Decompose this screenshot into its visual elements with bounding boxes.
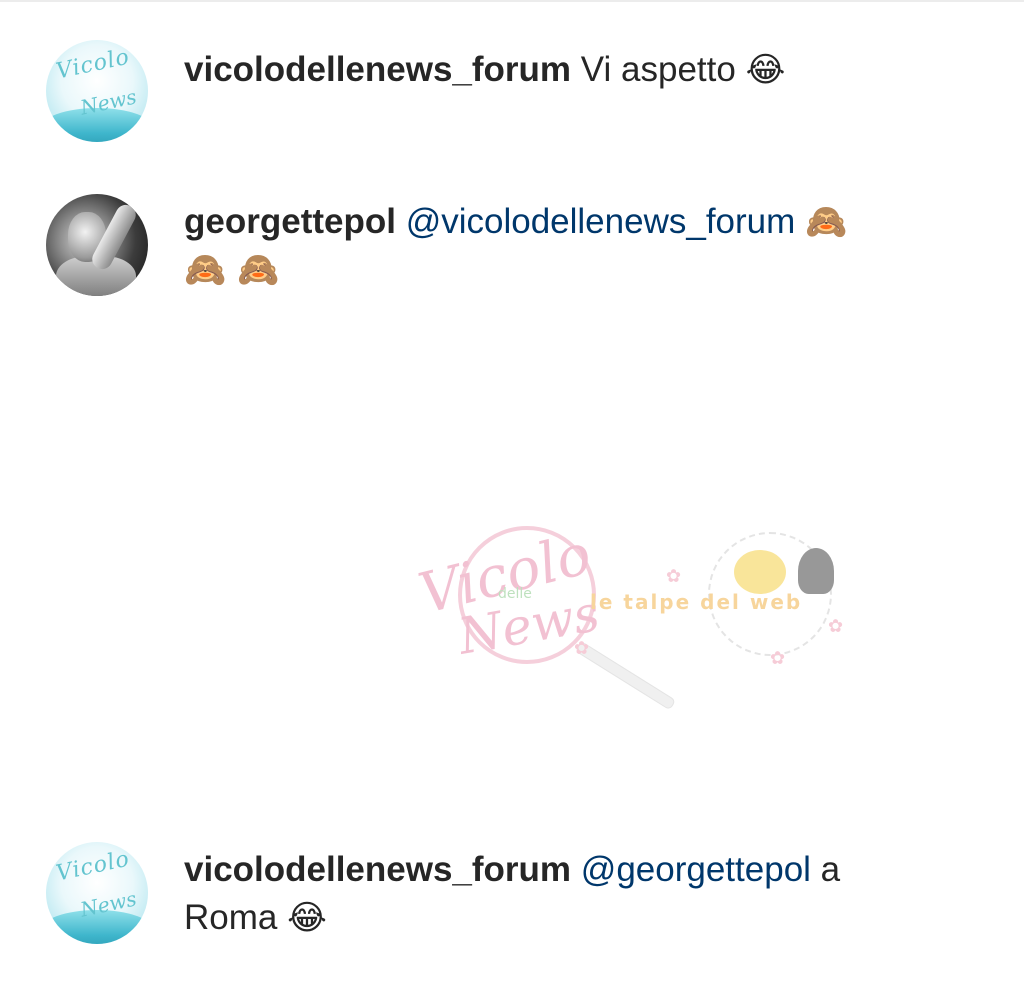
see-no-evil-monkey-emoji-icon: 🙈: [805, 202, 848, 242]
comments-screen: Vicolo News vicolodellenews_forum Vi asp…: [0, 0, 1024, 994]
divider: [0, 0, 1024, 2]
comment-item: Vicolo News vicolodellenews_forum @georg…: [46, 842, 1006, 944]
cartoon-girl-blonde-icon: [734, 550, 786, 594]
paw-print-icon: ✿: [828, 616, 844, 636]
see-no-evil-monkey-emoji-icon: 🙈 🙈: [184, 250, 280, 290]
avatar-logo-text: Vicolo: [54, 846, 133, 887]
username-link[interactable]: georgettepol: [184, 202, 396, 241]
laughing-tears-emoji-icon: 😂: [287, 898, 327, 938]
avatar[interactable]: Vicolo News: [46, 842, 148, 944]
username-link[interactable]: vicolodellenews_forum: [184, 850, 571, 889]
avatar-logo-text: Vicolo: [54, 44, 133, 85]
comment-item: georgettepol @vicolodellenews_forum 🙈 🙈 …: [46, 194, 1006, 296]
watermark-logo: Vicolo delle News le talpe del web ✿ ✿ ✿…: [413, 520, 848, 711]
mention-link[interactable]: @georgettepol: [581, 850, 811, 889]
laughing-tears-emoji-icon: 😂: [745, 50, 786, 90]
magnifier-handle-icon: [574, 640, 677, 711]
avatar[interactable]: [46, 194, 148, 296]
comment-body: vicolodellenews_forum Vi aspetto 😂: [184, 46, 785, 94]
comment-body: vicolodellenews_forum @georgettepol a Ro…: [184, 846, 904, 942]
comment-body: georgettepol @vicolodellenews_forum 🙈 🙈 …: [184, 198, 944, 294]
paw-print-icon: ✿: [666, 566, 682, 586]
cartoon-girl-dark-icon: [798, 548, 834, 594]
username-link[interactable]: vicolodellenews_forum: [184, 50, 571, 89]
watermark-tagline: le talpe del web: [590, 590, 803, 614]
comment-text: Vi aspetto: [580, 50, 736, 89]
mention-link[interactable]: @vicolodellenews_forum: [406, 202, 796, 241]
paw-print-icon: ✿: [574, 638, 590, 658]
comment-item: Vicolo News vicolodellenews_forum Vi asp…: [46, 40, 1006, 142]
avatar[interactable]: Vicolo News: [46, 40, 148, 142]
paw-print-icon: ✿: [770, 648, 786, 668]
